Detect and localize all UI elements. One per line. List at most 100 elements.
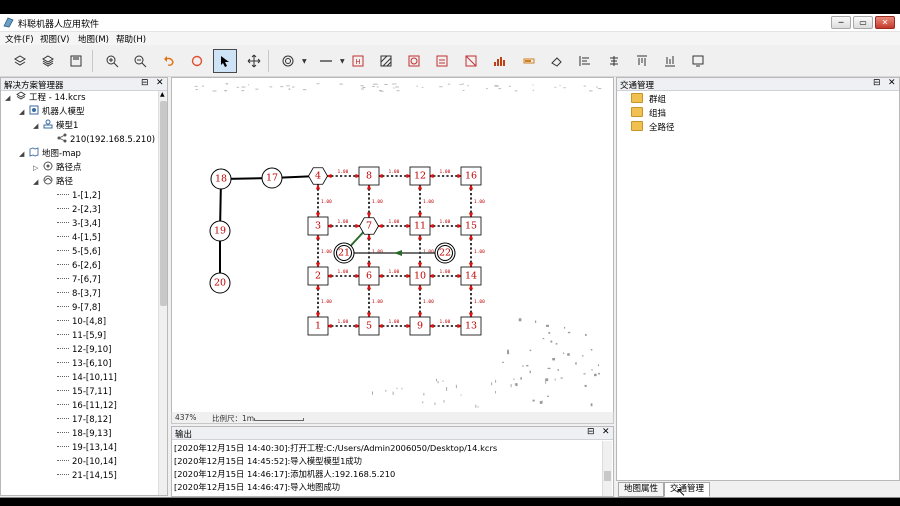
tree-item-path[interactable]: 12-[9,10] bbox=[57, 343, 111, 357]
direction-arrow bbox=[366, 212, 372, 219]
tree-scroll-thumb[interactable] bbox=[160, 101, 167, 306]
tree-item-map[interactable]: 地图-map bbox=[29, 147, 81, 161]
tab-traffic-management[interactable]: 交通管理 bbox=[664, 482, 711, 497]
panel-close-icon[interactable]: ✕ bbox=[156, 78, 164, 88]
tree-item-path[interactable]: 8-[3,7] bbox=[57, 287, 101, 301]
map-svg[interactable]: 1.00 1.00 1.00 1.00 1.00 1.00 1.00 1.00 1.00 1.00… bbox=[172, 78, 614, 413]
align-bottom-tool-button[interactable] bbox=[658, 49, 682, 73]
tree-item-robot[interactable]: 210(192.168.5.210) bbox=[57, 133, 155, 147]
dropdown-arrow-icon[interactable]: ▼ bbox=[340, 58, 345, 65]
tree-item-path[interactable]: 10-[4,8] bbox=[57, 315, 106, 329]
traffic-item-group[interactable]: 群组 bbox=[631, 93, 666, 107]
menu-map[interactable]: 地图(M) bbox=[78, 33, 109, 45]
dropdown-arrow-icon[interactable]: ▼ bbox=[302, 58, 307, 65]
panel-close-icon[interactable]: ✕ bbox=[888, 78, 896, 88]
tree-item-path[interactable]: 21-[14,15] bbox=[57, 469, 117, 483]
collapse-triangle-icon[interactable]: ◢ bbox=[19, 150, 24, 158]
tree-item-path[interactable]: 16-[11,12] bbox=[57, 399, 117, 413]
line-segment-tool-button[interactable] bbox=[314, 49, 338, 73]
map-noise bbox=[292, 86, 295, 88]
no-entry-box-tool-button[interactable] bbox=[459, 49, 483, 73]
edge-weight-label: 1.00 bbox=[321, 249, 332, 255]
eraser-tool-button[interactable] bbox=[545, 49, 569, 73]
tree-item-paths[interactable]: 路径 bbox=[43, 175, 73, 189]
minimize-button[interactable]: ─ bbox=[831, 16, 851, 29]
zoom-out-tool-button[interactable] bbox=[128, 49, 152, 73]
screen-tool-button[interactable] bbox=[686, 49, 710, 73]
charge-tool-button[interactable] bbox=[517, 49, 541, 73]
zoom-in-tool-button[interactable] bbox=[100, 49, 124, 73]
menu-view[interactable]: 视图(V) bbox=[40, 33, 69, 45]
collapse-triangle-icon[interactable]: ◢ bbox=[19, 108, 24, 116]
output-scroll-thumb[interactable] bbox=[604, 471, 611, 481]
edge-weight-label: 1.00 bbox=[372, 199, 383, 205]
output-scrollbar[interactable] bbox=[602, 441, 612, 496]
expand-triangle-icon[interactable]: ▷ bbox=[33, 164, 38, 172]
collapse-triangle-icon[interactable]: ◢ bbox=[33, 122, 38, 130]
panel-close-icon[interactable]: ✕ bbox=[602, 427, 610, 437]
undo-tool-button[interactable] bbox=[157, 49, 181, 73]
pin-icon[interactable]: ⊟ bbox=[141, 78, 149, 88]
align-center-tool-button[interactable] bbox=[602, 49, 626, 73]
path-label: 7-[6,7] bbox=[72, 275, 101, 285]
tree-item-robot-model[interactable]: 机器人模型 bbox=[29, 105, 85, 119]
layers-stack-tool-button[interactable] bbox=[36, 49, 60, 73]
pin-icon[interactable]: ⊟ bbox=[587, 427, 595, 437]
log-line: [2020年12月15日 14:40:30]:打开工程:C:/Users/Adm… bbox=[174, 443, 498, 453]
tree-item-project[interactable]: 工程 - 14.kcrs bbox=[16, 91, 86, 105]
tree-item-path[interactable]: 3-[3,4] bbox=[57, 217, 101, 231]
menu-help[interactable]: 帮助(H) bbox=[116, 33, 146, 45]
maximize-button[interactable]: ▭ bbox=[853, 16, 873, 29]
menu-file[interactable]: 文件(F) bbox=[5, 33, 34, 45]
tree-item-path[interactable]: 4-[1,5] bbox=[57, 231, 101, 245]
map-noise bbox=[437, 381, 439, 384]
traffic-item-all-paths[interactable]: 全路径 bbox=[631, 121, 675, 135]
pan-move-tool-button[interactable] bbox=[242, 49, 266, 73]
layers-tool-button[interactable] bbox=[8, 49, 32, 73]
tree-scrollbar[interactable]: ▲ bbox=[158, 91, 167, 495]
tree-item-path[interactable]: 2-[2,3] bbox=[57, 203, 101, 217]
edge-weight-label: 1.00 bbox=[474, 199, 485, 205]
tree-item-path[interactable]: 14-[10,11] bbox=[57, 371, 117, 385]
scroll-up-icon[interactable]: ▲ bbox=[160, 91, 165, 98]
map-noise bbox=[582, 355, 584, 357]
forbidden-box-tool-button[interactable] bbox=[402, 49, 426, 73]
tree-item-waypoints[interactable]: 路径点 bbox=[43, 161, 82, 175]
collapse-triangle-icon[interactable]: ◢ bbox=[33, 178, 38, 186]
node-5-label: 5 bbox=[366, 321, 372, 332]
traffic-item-block[interactable]: 组挡 bbox=[631, 107, 666, 121]
tree-item-path[interactable]: 20-[10,14] bbox=[57, 455, 117, 469]
tab-map-properties[interactable]: 地图属性 bbox=[618, 482, 665, 497]
collapse-triangle-icon[interactable]: ◢ bbox=[5, 94, 10, 102]
target-node-tool-button[interactable] bbox=[276, 49, 300, 73]
bar-chart-tool-button[interactable] bbox=[487, 49, 511, 73]
tree-item-path[interactable]: 1-[1,2] bbox=[57, 189, 101, 203]
tree-item-path[interactable]: 6-[2,6] bbox=[57, 259, 101, 273]
pin-icon[interactable]: ⊟ bbox=[873, 78, 881, 88]
speed-box-tool-button[interactable] bbox=[430, 49, 454, 73]
tree-item-path[interactable]: 15-[7,11] bbox=[57, 385, 111, 399]
align-left-tool-button[interactable] bbox=[573, 49, 597, 73]
h-box-tool-button[interactable]: H bbox=[346, 49, 370, 73]
save-tool-button[interactable] bbox=[64, 49, 88, 73]
hatch-area-tool-button[interactable] bbox=[374, 49, 398, 73]
close-button[interactable]: ✕ bbox=[875, 16, 895, 29]
map-noise bbox=[360, 85, 364, 87]
traffic-panel: 交通管理 ⊟ ✕ 群组 组挡 全路径 bbox=[616, 77, 900, 481]
tree-item-path[interactable]: 9-[7,8] bbox=[57, 301, 101, 315]
tree-item-path[interactable]: 19-[13,14] bbox=[57, 441, 117, 455]
map-noise bbox=[567, 353, 570, 356]
tree-item-path[interactable]: 5-[5,6] bbox=[57, 245, 101, 259]
tree-item-model[interactable]: 模型1 bbox=[43, 119, 78, 133]
tree-item-path[interactable]: 13-[6,10] bbox=[57, 357, 111, 371]
tree-item-path[interactable]: 11-[5,9] bbox=[57, 329, 106, 343]
tree-item-path[interactable]: 18-[9,13] bbox=[57, 427, 111, 441]
layers-icon bbox=[16, 91, 26, 100]
tree-item-path[interactable]: 7-[6,7] bbox=[57, 273, 101, 287]
redo-tool-button[interactable] bbox=[185, 49, 209, 73]
select-pointer-tool-button[interactable] bbox=[213, 49, 237, 73]
map-canvas[interactable]: 1.00 1.00 1.00 1.00 1.00 1.00 1.00 1.00 1.00 1.00… bbox=[171, 77, 614, 424]
tree-item-path[interactable]: 17-[8,12] bbox=[57, 413, 111, 427]
zoom-in-icon bbox=[106, 55, 119, 68]
align-top-tool-button[interactable] bbox=[630, 49, 654, 73]
